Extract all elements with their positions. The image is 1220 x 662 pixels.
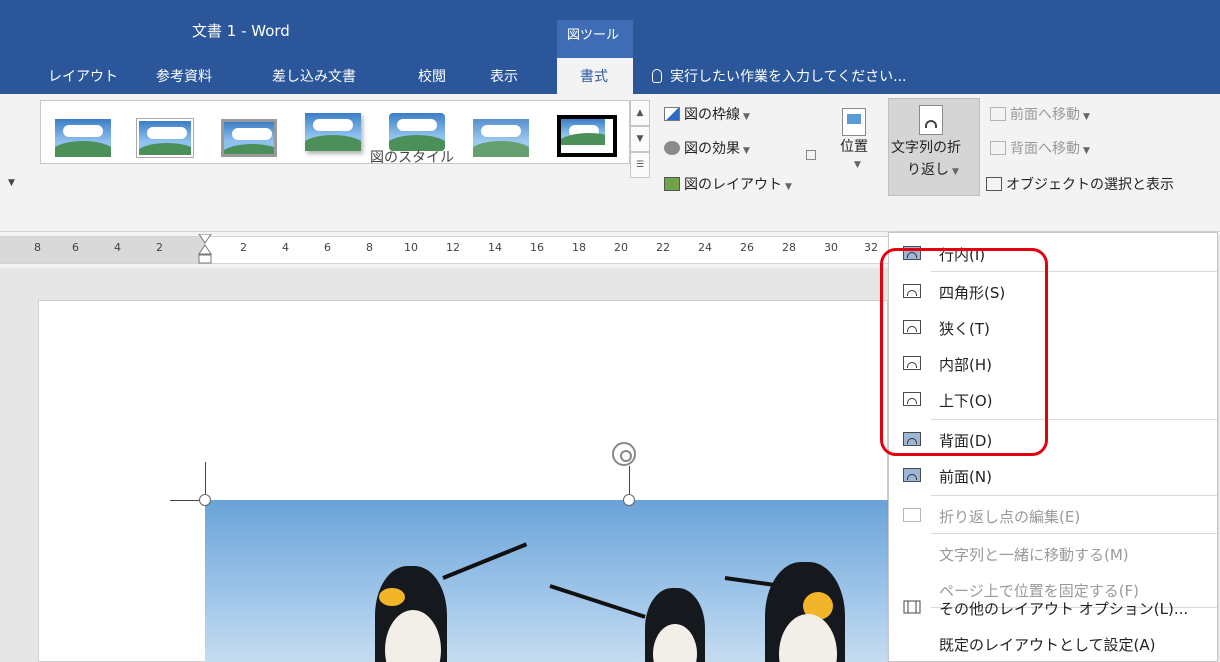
layout-icon [664, 177, 680, 191]
picture-tools-label: 図ツール [567, 28, 620, 43]
penguin-beak [724, 576, 773, 587]
picture-style-7[interactable] [557, 115, 617, 157]
picture-style-6[interactable] [473, 119, 529, 157]
menu-separator [931, 495, 1217, 496]
edit-wrap-points[interactable]: 折り返し点の編集(E) [889, 497, 1217, 533]
picture-tools-context: 図ツール [557, 20, 633, 58]
ruler-tick: 14 [488, 241, 502, 254]
ruler-tick: 4 [282, 241, 289, 254]
wrap-text-button[interactable]: 文字列の折 り返し ▼ [888, 98, 980, 196]
ruler-tick: 8 [34, 241, 41, 254]
ruler-tick: 18 [572, 241, 586, 254]
lightbulb-icon [652, 69, 662, 83]
tab-review[interactable]: 校閲 [418, 66, 446, 86]
penguin-beak [442, 542, 528, 580]
penguin-image-part [375, 566, 447, 662]
effects-icon [664, 141, 680, 155]
ruler-tick: 22 [656, 241, 670, 254]
edit-points-icon [903, 508, 921, 522]
ruler-tick: 30 [824, 241, 838, 254]
ruler-tick: 2 [240, 241, 247, 254]
gallery-scroll: ▲ ▼ ☰ [630, 100, 650, 180]
picture-effects-button[interactable]: 図の効果 ▼ [664, 138, 750, 158]
ruler-tick: 20 [614, 241, 628, 254]
penguins-picture[interactable] [205, 500, 888, 662]
send-backward-icon [990, 141, 1006, 155]
bring-forward-button[interactable]: 前面へ移動 ▼ [990, 104, 1090, 124]
wrap-option-in-front[interactable]: 前面(N) [889, 457, 1217, 493]
picture-layout-button[interactable]: 図のレイアウト ▼ [664, 174, 792, 194]
tell-me-box[interactable]: 実行したい作業を入力してください... [652, 66, 907, 86]
ruler-tick: 6 [324, 241, 331, 254]
tab-mailings[interactable]: 差し込み文書 [272, 66, 356, 86]
chevron-down-icon: ▼ [854, 160, 861, 170]
set-as-default-layout[interactable]: 既定のレイアウトとして設定(A) [889, 625, 1217, 661]
title-bar: 文書 1 - Word 図ツール [0, 0, 1220, 58]
penguin-beak [549, 584, 646, 619]
ruler-tick: 24 [698, 241, 712, 254]
horizontal-ruler[interactable]: 8 6 4 2 2 4 6 8 10 12 14 16 18 20 22 24 … [0, 232, 888, 268]
gallery-more-icon[interactable]: ☰ [630, 152, 650, 178]
tab-references[interactable]: 参考資料 [156, 66, 212, 86]
position-icon [842, 108, 866, 136]
more-layout-options[interactable]: その他のレイアウト オプション(L)... [889, 589, 1217, 625]
gallery-up-icon[interactable]: ▲ [630, 100, 650, 126]
tell-me-text: 実行したい作業を入力してください... [670, 69, 907, 85]
tab-format[interactable]: 書式 [557, 58, 633, 94]
ruler-tick: 16 [530, 241, 544, 254]
picture-style-3[interactable] [221, 119, 277, 157]
resize-handle-top-center[interactable] [623, 494, 635, 506]
ruler-tick: 28 [782, 241, 796, 254]
menu-separator [931, 533, 1217, 534]
ruler-tick: 4 [114, 241, 121, 254]
ribbon: ▼ ▲ ▼ ☰ 図の枠線 ▼ 図の効果 ▼ 図のレイアウト ▼ 前面へ移動 ▼ 背面へ移… [0, 94, 1220, 232]
ruler-tick: 26 [740, 241, 754, 254]
ruler-tick: 6 [72, 241, 79, 254]
position-button[interactable]: 位置 ▼ [834, 102, 880, 192]
tab-layout[interactable]: レイアウト [48, 66, 118, 86]
picture-style-4[interactable] [305, 113, 361, 159]
resize-handle-top-left[interactable] [199, 494, 211, 506]
selection-pane-button[interactable]: オブジェクトの選択と表示 [986, 174, 1174, 194]
send-backward-button[interactable]: 背面へ移動 ▼ [990, 138, 1090, 158]
rotate-handle-icon[interactable] [612, 442, 636, 466]
tab-format-label: 書式 [580, 69, 608, 85]
document-title: 文書 1 - Word [192, 22, 290, 40]
picture-style-1[interactable] [55, 119, 111, 157]
picture-style-5[interactable] [389, 113, 445, 151]
picture-styles-gallery [40, 100, 630, 164]
move-with-text[interactable]: 文字列と一緒に移動する(M) [889, 535, 1217, 571]
picture-border-button[interactable]: 図の枠線 ▼ [664, 104, 750, 124]
dialog-launcher-icon[interactable] [806, 150, 816, 160]
layout-options-icon [903, 599, 921, 614]
highlight-annotation [880, 248, 1048, 456]
in-front-icon [903, 468, 921, 482]
ruler-tick: 12 [446, 241, 460, 254]
ruler-tick: 8 [366, 241, 373, 254]
penguin-image-part [765, 562, 845, 662]
penguin-image-part [645, 588, 705, 662]
wrap-text-icon [919, 105, 943, 135]
picture-styles-group-label: 図のスタイル [370, 150, 454, 166]
ribbon-tabs: レイアウト 参考資料 差し込み文書 校閲 表示 書式 実行したい作業を入力してく… [0, 58, 1220, 94]
tab-view[interactable]: 表示 [490, 66, 518, 86]
ruler-tick: 32 [864, 241, 878, 254]
ruler-tick: 2 [156, 241, 163, 254]
gallery-down-icon[interactable]: ▼ [630, 126, 650, 152]
ruler-tick: 10 [404, 241, 418, 254]
picture-style-2[interactable] [137, 119, 193, 157]
bring-forward-icon [990, 107, 1006, 121]
pencil-icon [664, 107, 680, 121]
selection-pane-icon [986, 177, 1002, 191]
scroll-left-arrow-icon[interactable]: ▼ [8, 178, 15, 188]
